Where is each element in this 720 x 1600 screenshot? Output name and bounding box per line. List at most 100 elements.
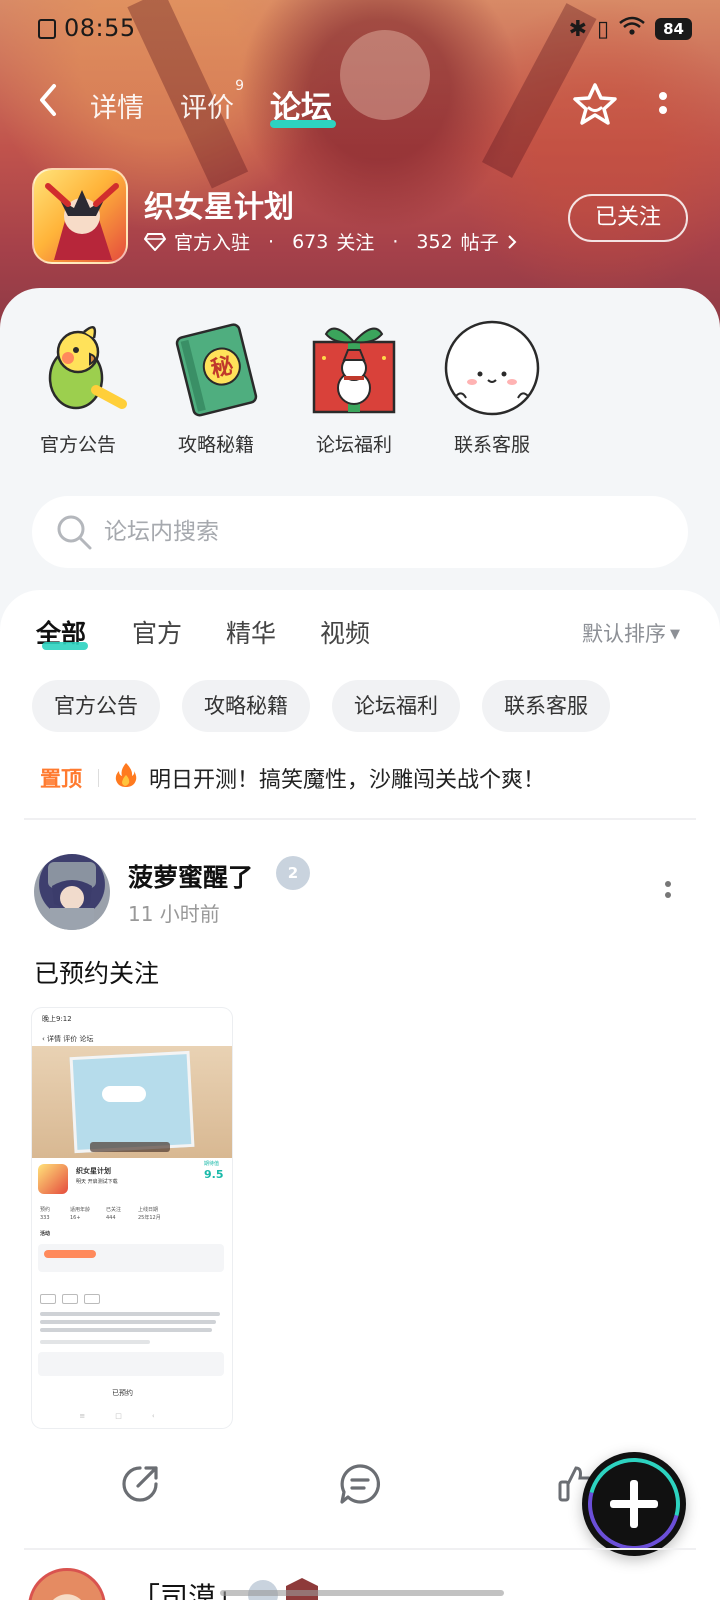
- vibrate-icon: ▯: [597, 16, 610, 42]
- shot-bottom-button: 已预约: [112, 1389, 133, 1397]
- shot-game-icon: [38, 1164, 68, 1194]
- shot-bottom-bar: 已预约: [32, 1384, 232, 1404]
- back-button[interactable]: [36, 82, 76, 126]
- shot-status-time: 晚上9:12: [42, 1015, 72, 1023]
- posts-link[interactable]: 352 帖子: [416, 228, 517, 255]
- tab-reviews-label: 评价: [180, 93, 234, 124]
- posts-count: 352: [416, 230, 453, 253]
- shot-stat: 适用年龄 16+: [70, 1206, 110, 1222]
- shot-cloud: [102, 1086, 146, 1102]
- chip-announcements[interactable]: 官方公告: [32, 680, 160, 732]
- favorite-button[interactable]: [570, 80, 620, 130]
- shortcut-grid: 官方公告 秘 攻略秘籍 论坛福利 联系客服: [0, 318, 720, 468]
- plus-icon: [610, 1480, 658, 1528]
- shot-tag: [62, 1294, 78, 1304]
- shot-text-line: [40, 1340, 150, 1344]
- chevron-left-icon: [40, 84, 56, 116]
- shot-game-sub: 明天 开启测试下载: [76, 1179, 118, 1185]
- header-banner: [0, 0, 720, 330]
- pinned-post[interactable]: 置顶 明日开测！搞笑魔性，沙雕闯关战个爽！: [40, 760, 680, 796]
- comment-button[interactable]: [338, 1462, 382, 1506]
- game-meta: 官方入驻 · 673 关注 · 352 帖子: [144, 228, 517, 255]
- shot-score-label: 期待值: [204, 1161, 220, 1167]
- follow-button[interactable]: 已关注: [568, 194, 688, 242]
- followers-label: 关注: [336, 232, 375, 254]
- shortcut-guides[interactable]: 秘 攻略秘籍: [156, 318, 276, 457]
- caret-down-icon: ▼: [670, 627, 680, 642]
- shot-text-line: [40, 1328, 212, 1332]
- shortcut-label: 联系客服: [453, 434, 530, 456]
- sort-label: 默认排序: [582, 622, 666, 646]
- shortcut-announcements[interactable]: 官方公告: [18, 318, 138, 457]
- chip-guides[interactable]: 攻略秘籍: [182, 680, 310, 732]
- shot-score: 9.5: [204, 1168, 224, 1181]
- shot-activity-pill: [44, 1250, 96, 1258]
- status-icons: ✱ ▯ 84: [569, 16, 692, 42]
- filter-tab-indicator: [42, 642, 88, 650]
- post-more-button[interactable]: [660, 878, 676, 908]
- diamond-icon: [144, 232, 166, 251]
- divider: [24, 818, 696, 820]
- shortcut-label: 官方公告: [39, 434, 116, 456]
- parrot-icon: [28, 318, 128, 418]
- shot-tab: 详情: [47, 1035, 62, 1043]
- ghost-icon: [442, 318, 542, 418]
- shot-game-name: 织女星计划: [76, 1167, 111, 1175]
- tab-reviews[interactable]: 评价 9: [180, 78, 244, 125]
- sort-dropdown[interactable]: 默认排序 ▼: [582, 618, 680, 648]
- post-author[interactable]: 菠萝蜜醒了: [128, 858, 253, 894]
- shot-stat-value: 25年12月: [138, 1215, 161, 1221]
- gift-box-icon: [304, 318, 404, 418]
- post-author[interactable]: 「司漠」: [132, 1576, 244, 1600]
- posts-label: 帖子: [460, 232, 499, 254]
- shot-system-nav: ≡□‹: [79, 1412, 185, 1420]
- filter-tab-official[interactable]: 官方: [132, 614, 182, 650]
- chevron-right-icon: [507, 234, 517, 249]
- create-post-button[interactable]: [571, 1441, 697, 1567]
- sim-icon: [38, 19, 56, 39]
- shot-activity-card: [38, 1244, 224, 1272]
- shot-banner-buttons: [90, 1142, 170, 1152]
- level-badge: 2: [276, 856, 310, 890]
- status-bar: 08:55 ✱ ▯ 84: [0, 10, 720, 46]
- forum-search: [32, 496, 688, 568]
- shot-banner-art: [69, 1050, 195, 1154]
- shot-stat-value: 16+: [70, 1215, 81, 1221]
- secret-book-icon: 秘: [166, 318, 266, 418]
- fire-icon: [115, 762, 137, 794]
- filter-tab-featured[interactable]: 精华: [226, 614, 276, 650]
- battery-indicator: 84: [655, 18, 692, 40]
- shortcut-label: 攻略秘籍: [177, 434, 254, 456]
- game-icon: [32, 168, 128, 264]
- post-image[interactable]: 晚上9:12 ‹ 详情 评价 论坛 织女星计划 明天 开启测试下载 期待值 9.…: [32, 1008, 232, 1428]
- shot-stat: 上线日期 25年12月: [138, 1206, 178, 1222]
- meta-separator: ·: [392, 230, 399, 253]
- shot-tag: [40, 1294, 56, 1304]
- wifi-icon: [619, 16, 645, 42]
- chip-support[interactable]: 联系客服: [482, 680, 610, 732]
- shot-activity-label: 活动: [40, 1231, 51, 1237]
- status-time: 08:55: [64, 14, 136, 42]
- share-button[interactable]: [118, 1462, 162, 1506]
- shot-stat-label: 上线日期: [138, 1207, 159, 1213]
- post-time: 11 小时前: [128, 902, 220, 926]
- tab-details[interactable]: 详情: [90, 86, 144, 125]
- filter-tab-video[interactable]: 视频: [320, 614, 370, 650]
- active-tab-indicator: [270, 120, 336, 128]
- shot-stat-label: 适用年龄: [70, 1207, 91, 1213]
- avatar[interactable]: [34, 854, 110, 930]
- more-options-button[interactable]: [648, 88, 678, 128]
- comment-icon: [340, 1464, 380, 1504]
- pinned-tag: 置顶: [40, 767, 82, 791]
- chip-welfare[interactable]: 论坛福利: [332, 680, 460, 732]
- tab-reviews-count: 9: [235, 78, 244, 94]
- shortcut-label: 论坛福利: [315, 434, 392, 456]
- shortcut-welfare[interactable]: 论坛福利: [294, 318, 414, 457]
- star-icon: [573, 83, 617, 125]
- shortcut-support[interactable]: 联系客服: [432, 318, 552, 457]
- share-icon: [122, 1466, 158, 1502]
- bluetooth-icon: ✱: [568, 16, 588, 42]
- search-input[interactable]: [104, 510, 664, 554]
- meta-separator: ·: [268, 230, 275, 253]
- official-label: 官方入驻: [174, 232, 251, 254]
